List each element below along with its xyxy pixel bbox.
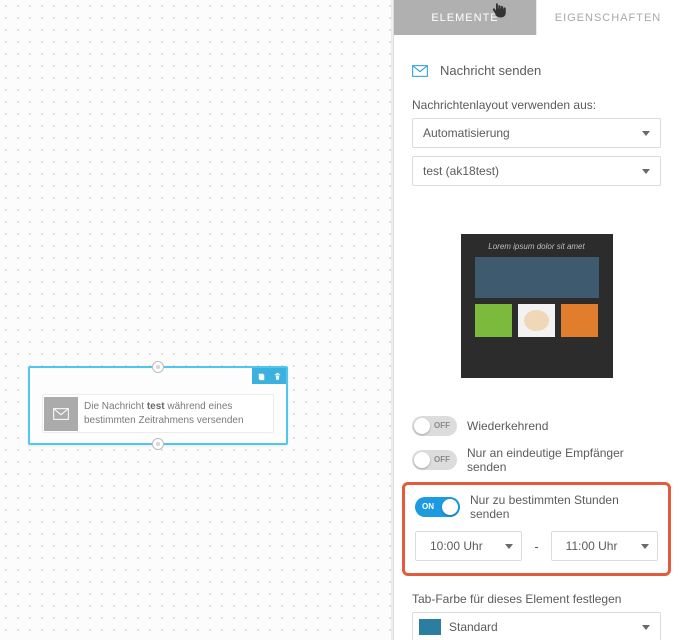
tab-color-select[interactable]: Standard [412,612,661,640]
preview-block-green [475,304,512,337]
toggle-state-label: OFF [434,421,450,430]
section-header: Nachricht senden [412,49,661,88]
time-to-select[interactable]: 11:00 Uhr [551,531,658,561]
preview-hero [475,257,599,298]
mail-icon [412,65,428,77]
node-description: Die Nachricht test während eines bestimm… [78,396,265,431]
layout-source-select[interactable]: Automatisierung [412,118,661,148]
toggle-knob [414,452,430,468]
toggle-knob [414,418,430,434]
delete-icon[interactable] [271,370,283,382]
tab-properties[interactable]: EIGENSCHAFTEN [537,0,679,35]
node-body: Die Nachricht test während eines bestimm… [42,394,274,433]
panel-tabs: ELEMENTE EIGENSCHAFTEN [394,0,679,35]
workflow-node-send-message[interactable]: Die Nachricht test während eines bestimm… [28,366,288,445]
layout-template-value: test (ak18test) [423,164,499,178]
properties-panel: ELEMENTE EIGENSCHAFTEN Nachricht senden … [394,0,679,640]
toggle-state-label: ON [422,502,434,511]
color-swatch [419,619,441,635]
tab-color-value: Standard [449,620,498,634]
chevron-down-icon [642,131,650,136]
layout-template-select[interactable]: test (ak18test) [412,156,661,186]
mail-icon [44,397,78,431]
toggle-recurring-label: Wiederkehrend [467,419,548,433]
layout-source-value: Automatisierung [423,126,510,140]
time-separator: - [530,539,542,554]
tab-color-label: Tab-Farbe für dieses Element festlegen [412,592,661,606]
toggle-state-label: OFF [434,455,450,464]
time-from-select[interactable]: 10:00 Uhr [415,531,522,561]
chevron-down-icon [642,169,650,174]
toggle-recurring[interactable]: OFF [412,416,457,436]
preview-block-orange [561,304,598,337]
workflow-canvas[interactable]: Die Nachricht test während eines bestimm… [0,0,394,640]
connector-out[interactable] [152,438,164,450]
template-preview-wrap: Lorem ipsum dolor sit amet [412,186,661,406]
layout-from-label: Nachrichtenlayout verwenden aus: [412,98,661,112]
time-from-value: 10:00 Uhr [430,539,483,553]
section-title: Nachricht senden [440,63,541,78]
preview-block-avatar [518,304,555,337]
tab-elements[interactable]: ELEMENTE [394,0,536,35]
node-toolbar [252,368,286,384]
chevron-down-icon [642,625,650,630]
chevron-down-icon [505,544,513,549]
toggle-knob [442,499,458,515]
chevron-down-icon [641,544,649,549]
toggle-unique-label: Nur an eindeutige Empfänger senden [467,446,661,474]
toggle-unique-recipients[interactable]: OFF [412,450,457,470]
connector-in[interactable] [152,361,164,373]
toggle-hours-label: Nur zu bestimmten Stunden senden [470,493,658,521]
copy-icon[interactable] [255,370,267,382]
preview-lorem: Lorem ipsum dolor sit amet [475,242,599,251]
time-to-value: 11:00 Uhr [566,539,618,553]
toggle-send-hours[interactable]: ON [415,497,460,517]
hours-restriction-section: ON Nur zu bestimmten Stunden senden 10:0… [402,482,671,576]
template-preview[interactable]: Lorem ipsum dolor sit amet [461,234,613,378]
